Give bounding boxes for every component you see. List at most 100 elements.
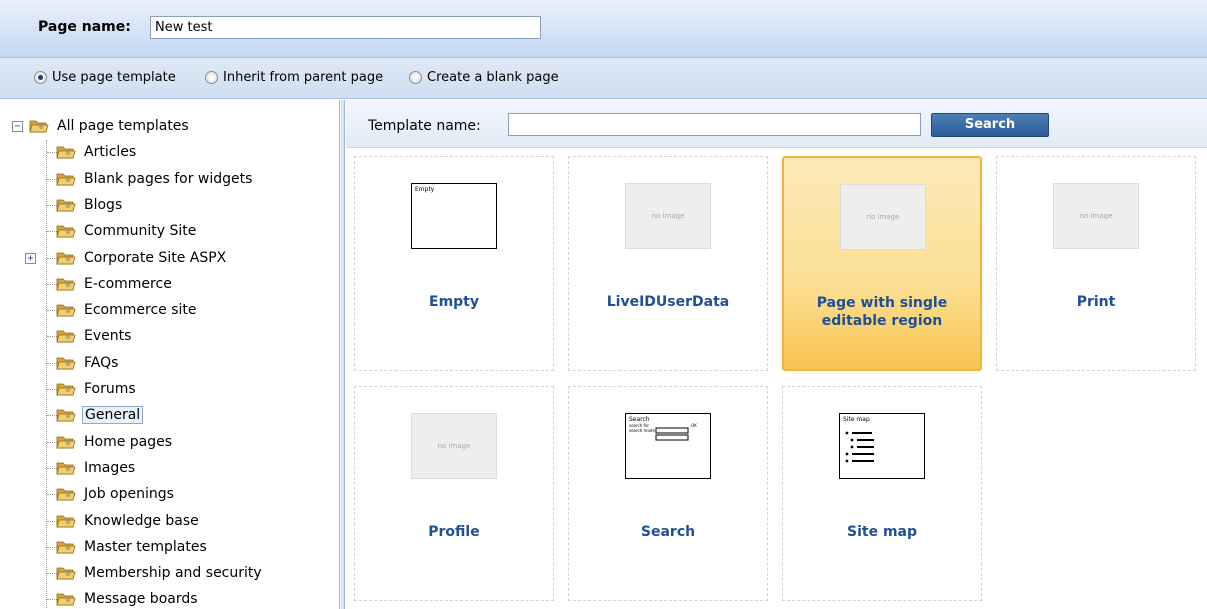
template-title[interactable]: Empty <box>355 293 553 311</box>
folder-icon <box>56 252 76 264</box>
tree-item-label: Blank pages for widgets <box>84 170 253 187</box>
template-card[interactable]: Search search for search mode OK Search <box>568 386 768 601</box>
expand-icon[interactable]: + <box>25 252 36 264</box>
inherit-label: Inherit from parent page <box>223 70 384 85</box>
tree-item-label: Images <box>84 459 136 476</box>
tree-root-label: All page templates <box>57 118 189 134</box>
template-title[interactable]: Profile <box>355 523 553 541</box>
tree-item[interactable]: FAQs <box>56 350 120 376</box>
tree-item-label: Job openings <box>84 486 174 503</box>
tree-root[interactable]: − All page templates <box>12 113 191 139</box>
tree-item[interactable]: Articles <box>56 139 138 165</box>
template-search-bar: Template name: Search <box>346 100 1207 148</box>
template-thumbnail: no image <box>625 183 711 249</box>
folder-icon <box>56 173 76 185</box>
page-name-input[interactable] <box>150 16 541 39</box>
tree-item[interactable]: General <box>56 402 144 428</box>
template-category-tree: − All page templates Articles Blank pages f… <box>0 100 340 609</box>
tree-item-label: Events <box>84 328 132 345</box>
folder-icon <box>56 488 76 501</box>
tree-item[interactable]: Events <box>56 323 133 349</box>
tree-item-label: Articles <box>84 144 137 161</box>
tree-item[interactable]: Home pages <box>56 429 174 455</box>
tree-item-label: FAQs <box>84 354 119 371</box>
tree-item-label: Ecommerce site <box>84 302 197 319</box>
tree-item[interactable]: Forums <box>56 376 138 402</box>
blank-page-radio[interactable] <box>409 71 422 84</box>
template-thumbnail: Search search for search mode OK <box>625 413 711 479</box>
folder-icon <box>56 515 76 527</box>
folder-icon <box>56 225 76 238</box>
tree-item-label: Forums <box>84 381 136 397</box>
folder-icon <box>56 278 76 291</box>
tree-item[interactable]: Images <box>56 455 137 481</box>
tree-item[interactable]: E-commerce <box>56 271 174 297</box>
tree-item[interactable]: Ecommerce site <box>56 297 199 323</box>
folder-icon <box>56 409 76 422</box>
use-template-radio[interactable] <box>34 71 47 84</box>
template-card[interactable]: no image Print <box>996 156 1196 371</box>
template-thumbnail: Site map <box>839 413 925 479</box>
template-thumbnail: no image <box>840 184 926 250</box>
page-header: Page name: <box>0 0 1207 58</box>
tree-item[interactable]: Message boards <box>56 586 200 609</box>
inherit-option[interactable]: Inherit from parent page <box>205 70 383 85</box>
template-thumbnail: Empty <box>411 183 497 249</box>
search-form-sketch <box>655 427 689 441</box>
tree-item-label: Message boards <box>84 591 198 608</box>
folder-icon <box>56 146 76 159</box>
folder-icon <box>56 541 76 554</box>
tree-item-label: Home pages <box>84 433 173 450</box>
page-name-label: Page name: <box>38 19 131 35</box>
template-title[interactable]: Site map <box>783 523 981 541</box>
folder-icon <box>56 199 76 212</box>
template-title[interactable]: Page with single editable region <box>784 294 980 330</box>
template-card[interactable]: no image LiveIDUserData <box>568 156 768 371</box>
tree-item-label: Knowledge base <box>84 512 199 529</box>
tree-item-label: Community Site <box>84 223 197 240</box>
tree-item[interactable]: Blogs <box>56 192 124 218</box>
thumb-caption: Empty <box>415 186 435 193</box>
inherit-radio[interactable] <box>205 71 218 84</box>
creation-mode-bar: Use page template Inherit from parent pa… <box>0 58 1207 99</box>
template-title[interactable]: Search <box>569 523 767 541</box>
tree-item-label: E-commerce <box>84 275 172 292</box>
tree-item[interactable]: Knowledge base <box>56 508 201 534</box>
use-template-option[interactable]: Use page template <box>34 70 176 85</box>
template-selection-panel: Template name: Search Empty Empty no image… <box>346 100 1207 609</box>
folder-icon <box>56 462 76 475</box>
tree-item-label: Master templates <box>84 538 207 555</box>
template-name-label: Template name: <box>368 118 481 134</box>
collapse-icon[interactable]: − <box>12 120 23 132</box>
tree-item[interactable]: Master templates <box>56 534 209 560</box>
folder-icon <box>56 436 76 448</box>
tree-item[interactable]: Membership and security <box>56 560 264 586</box>
use-template-label: Use page template <box>52 70 176 85</box>
folder-icon <box>56 357 76 370</box>
folder-icon <box>56 304 76 317</box>
thumb-go: OK <box>691 423 697 428</box>
tree-item[interactable]: Blank pages for widgets <box>56 166 254 192</box>
folder-icon <box>29 120 49 133</box>
template-card[interactable]: Empty Empty <box>354 156 554 371</box>
search-button[interactable]: Search <box>931 113 1049 137</box>
blank-page-label: Create a blank page <box>427 70 559 85</box>
template-card[interactable]: no image Page with single editable region <box>782 156 982 371</box>
template-card[interactable]: Site map Site map <box>782 386 982 601</box>
panel-splitter[interactable] <box>341 100 345 609</box>
tree-item-label: Corporate Site ASPX <box>84 249 227 266</box>
blank-page-option[interactable]: Create a blank page <box>409 70 559 85</box>
folder-icon <box>56 383 76 396</box>
template-title[interactable]: Print <box>997 293 1195 311</box>
template-title[interactable]: LiveIDUserData <box>569 293 767 311</box>
tree-item-label: Blogs <box>84 196 123 213</box>
tree-item-label: General <box>82 406 144 425</box>
tree-item[interactable]: Corporate Site ASPX <box>56 245 228 271</box>
tree-item[interactable]: Job openings <box>56 481 176 507</box>
folder-icon <box>56 593 76 606</box>
template-card[interactable]: no image Profile <box>354 386 554 601</box>
template-name-input[interactable] <box>508 113 921 136</box>
tree-item[interactable]: Community Site <box>56 218 198 244</box>
tree-guide-line <box>46 140 47 609</box>
folder-icon <box>56 567 76 580</box>
